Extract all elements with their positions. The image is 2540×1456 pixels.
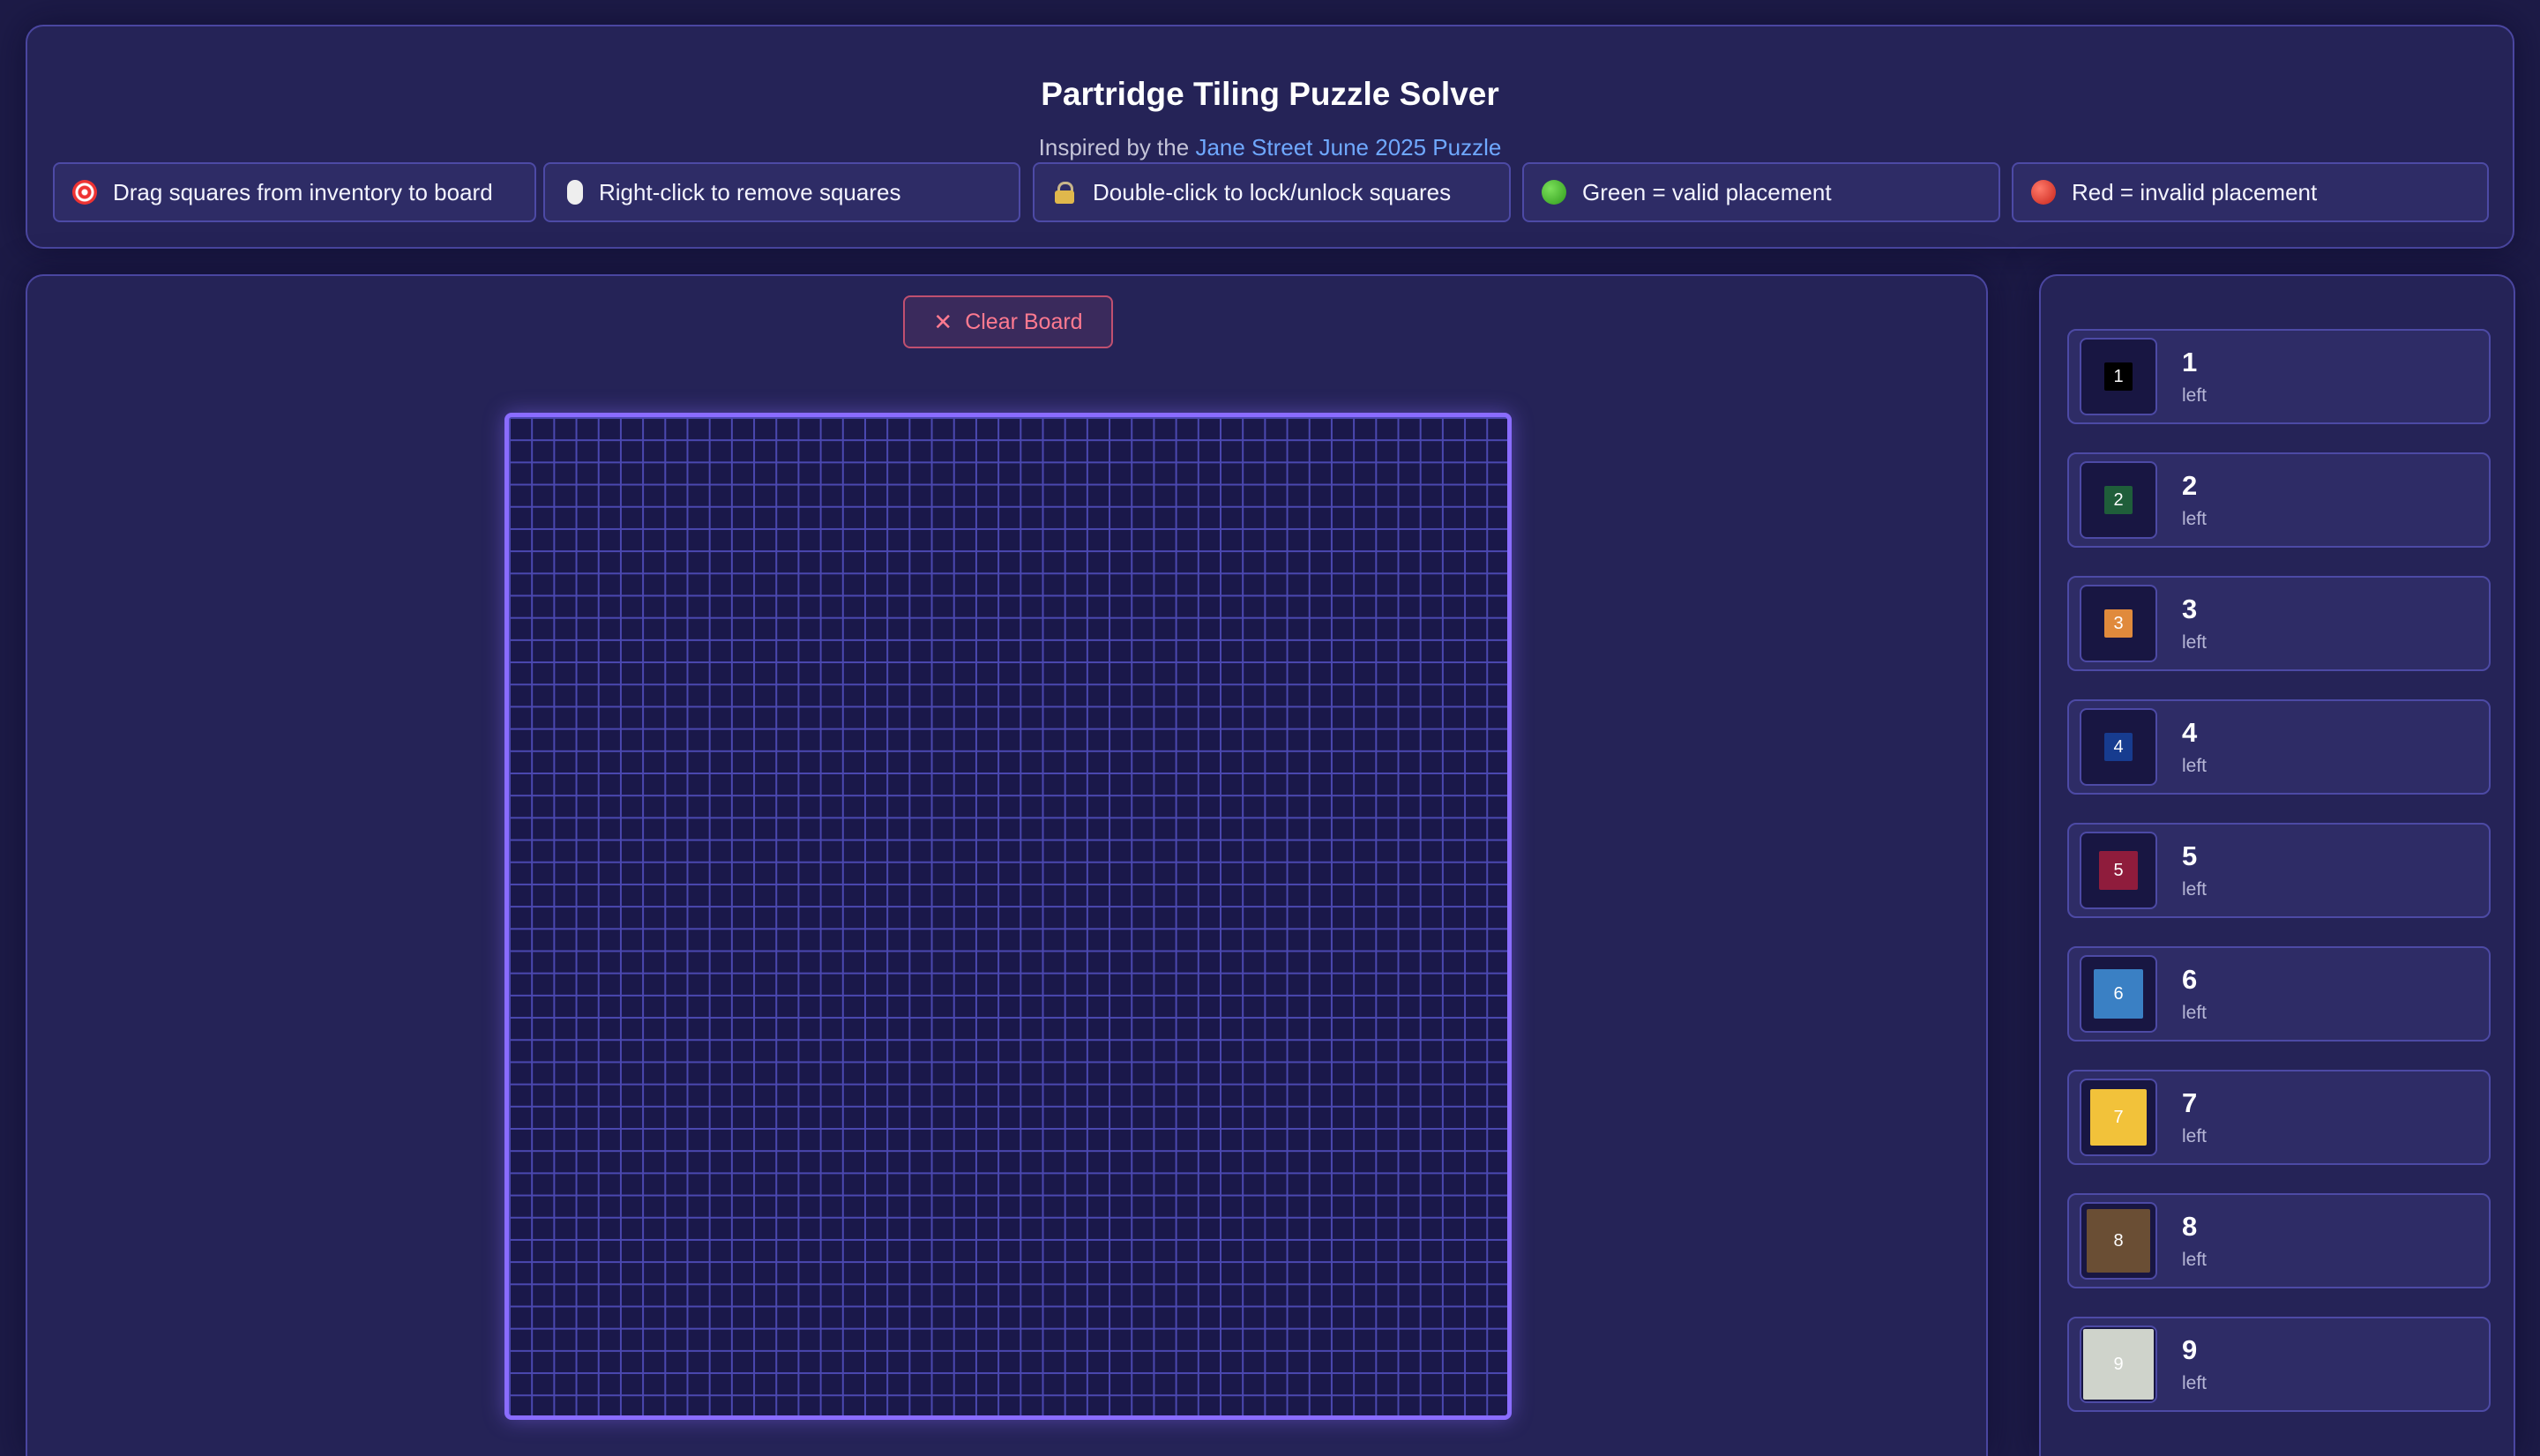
square-preview[interactable]: 9 [2080,1325,2157,1403]
inventory-left-label: left [2182,879,2208,900]
tip-valid: Green = valid placement [1522,162,2000,222]
tip-text: Red = invalid placement [2072,178,2318,205]
inventory-item-6[interactable]: 6 6 left [2067,946,2491,1042]
inventory-left-label: left [2182,1250,2208,1270]
inventory-count: 6 [2182,964,2198,995]
inventory-count: 1 [2182,347,2198,377]
subtitle-prefix: Inspired by the [1038,134,1196,161]
inventory-count: 7 [2182,1087,2198,1118]
inventory-left-label: left [2182,756,2208,776]
tip-drag: Drag squares from inventory to board [53,162,536,222]
tip-text: Green = valid placement [1582,178,1832,205]
page-title: Partridge Tiling Puzzle Solver [1041,76,1499,112]
inventory-count: 5 [2182,840,2198,871]
square-preview[interactable]: 1 [2080,338,2157,415]
board-panel: ✕ Clear Board [26,274,1988,1456]
square-preview[interactable]: 2 [2080,461,2157,539]
tip-invalid: Red = invalid placement [2012,162,2489,222]
inventory-panel: 1 1 left 2 2 left 3 3 left 4 4 left 5 5 left 6 6 left 7 7 le… [2039,274,2515,1456]
page-subtitle: Inspired by the Jane Street June 2025 Pu… [27,134,2513,161]
green-circle-icon [1542,180,1566,205]
inventory-count: 2 [2182,470,2198,501]
tip-text: Right-click to remove squares [599,178,901,205]
square-swatch[interactable]: 4 [2104,733,2133,761]
square-preview[interactable]: 3 [2080,585,2157,662]
square-swatch[interactable]: 5 [2099,851,2138,890]
square-preview[interactable]: 8 [2080,1202,2157,1280]
target-icon [72,180,97,205]
square-preview[interactable]: 4 [2080,708,2157,786]
square-swatch[interactable]: 1 [2104,362,2133,391]
tip-remove: Right-click to remove squares [543,162,1020,222]
clear-board-label: Clear Board [965,309,1083,334]
inventory-left-label: left [2182,1126,2208,1146]
inventory-item-1[interactable]: 1 1 left [2067,329,2491,424]
inventory-left-label: left [2182,1003,2208,1023]
clear-board-button[interactable]: ✕ Clear Board [903,295,1113,348]
inventory-left-label: left [2182,385,2208,406]
lock-icon [1052,180,1077,205]
tiling-board[interactable] [504,413,1512,1420]
inventory-item-5[interactable]: 5 5 left [2067,823,2491,918]
red-circle-icon [2031,180,2056,205]
header-panel: Partridge Tiling Puzzle Solver Inspired … [26,25,2514,249]
inventory-count: 8 [2182,1211,2198,1242]
square-preview[interactable]: 5 [2080,832,2157,909]
tip-text: Drag squares from inventory to board [113,178,493,205]
inventory-item-7[interactable]: 7 7 left [2067,1070,2491,1165]
square-swatch[interactable]: 2 [2104,486,2133,514]
tip-text: Double-click to lock/unlock squares [1093,178,1452,205]
square-swatch[interactable]: 8 [2087,1209,2150,1273]
inventory-item-2[interactable]: 2 2 left [2067,452,2491,548]
square-swatch[interactable]: 7 [2090,1089,2147,1146]
jane-street-puzzle-link[interactable]: Jane Street June 2025 Puzzle [1195,134,1501,161]
inventory-item-8[interactable]: 8 8 left [2067,1193,2491,1288]
inventory-left-label: left [2182,509,2208,529]
inventory-item-4[interactable]: 4 4 left [2067,699,2491,795]
inventory-item-9[interactable]: 9 9 left [2067,1317,2491,1412]
mouse-icon [567,180,583,205]
square-swatch[interactable]: 6 [2094,969,2143,1019]
inventory-left-label: left [2182,1373,2208,1393]
square-swatch[interactable]: 3 [2104,609,2133,638]
inventory-left-label: left [2182,632,2208,653]
inventory-count: 9 [2182,1334,2198,1365]
tip-lock: Double-click to lock/unlock squares [1033,162,1511,222]
square-swatch[interactable]: 9 [2083,1329,2154,1400]
inventory-item-3[interactable]: 3 3 left [2067,576,2491,671]
square-preview[interactable]: 7 [2080,1079,2157,1156]
inventory-count: 3 [2182,594,2198,624]
square-preview[interactable]: 6 [2080,955,2157,1033]
close-icon: ✕ [933,308,953,335]
inventory-count: 4 [2182,717,2198,748]
